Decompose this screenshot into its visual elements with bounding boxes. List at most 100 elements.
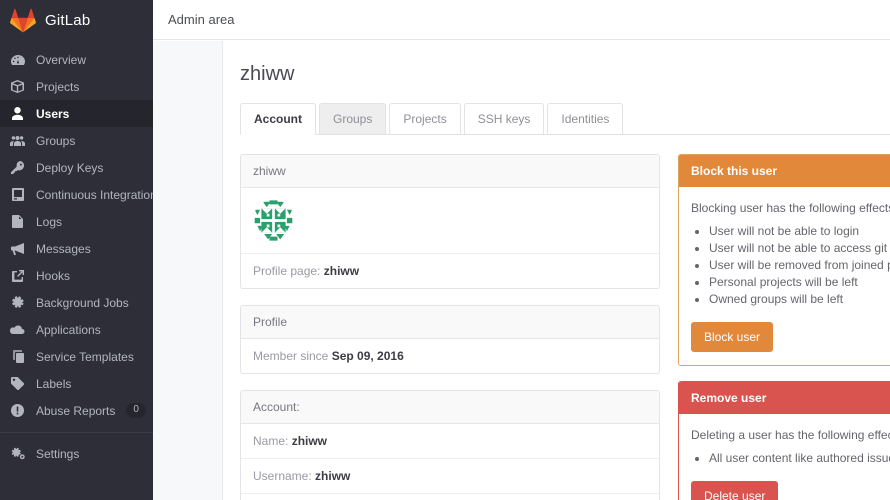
tab-ssh-keys[interactable]: SSH keys	[463, 103, 545, 135]
sidebar-item-labels[interactable]: Labels	[0, 370, 153, 397]
tab-label: SSH keys	[477, 112, 531, 126]
user-panel: zhiww Profile page: zhiww	[240, 154, 660, 289]
admin-user-page: GitLab Overview Projects Users Groups De…	[0, 0, 890, 500]
sidebar-item-label: Settings	[36, 446, 80, 461]
abuse-reports-count-badge: 0	[126, 403, 146, 418]
sidebar-item-background-jobs[interactable]: Background Jobs	[0, 289, 153, 316]
tab-label: Account	[254, 112, 302, 126]
account-name-row: Name: zhiww	[241, 424, 659, 459]
member-since-label: Member since	[253, 349, 329, 363]
remove-user-panel: Remove user Deleting a user has the foll…	[678, 381, 890, 500]
breadcrumb: Admin area	[168, 12, 235, 27]
sidebar-item-messages[interactable]: Messages	[0, 235, 153, 262]
identicon-avatar	[252, 199, 647, 242]
sidebar-item-label: Labels	[36, 376, 72, 391]
sidebar-item-deploy-keys[interactable]: Deploy Keys	[0, 154, 153, 181]
member-since-row: Member since Sep 09, 2016	[241, 339, 659, 373]
account-panel: Account: Name: zhiww Username: zhiww Ema…	[240, 390, 660, 500]
sidebar-item-overview[interactable]: Overview	[0, 46, 153, 73]
sidebar-item-users[interactable]: Users	[0, 100, 153, 127]
sidebar-item-projects[interactable]: Projects	[0, 73, 153, 100]
right-column: Block this user Blocking user has the fo…	[678, 154, 890, 500]
left-column: zhiww Profile page: zhiww Profile Member…	[240, 154, 660, 500]
profile-page-link[interactable]: zhiww	[324, 264, 359, 278]
account-name-label: Name:	[253, 434, 289, 448]
sidebar-item-label: Continuous Integration	[36, 187, 153, 202]
sidebar-item-label: Messages	[36, 241, 91, 256]
sidebar-item-hooks[interactable]: Hooks	[0, 262, 153, 289]
profile-page-row: Profile page: zhiww	[241, 254, 659, 288]
sidebar-item-label: Projects	[36, 79, 80, 94]
sidebar-item-applications[interactable]: Applications	[0, 316, 153, 343]
tab-bar: Account Groups Projects SSH keys Identit…	[240, 102, 890, 135]
block-user-lead: Blocking user has the following effects:	[691, 201, 890, 215]
account-email-row: Email: 1791824082@qq.com	[241, 494, 659, 500]
columns: zhiww Profile page: zhiww Profile Member…	[240, 135, 890, 500]
tag-icon	[10, 377, 25, 391]
profile-page-label: Profile page:	[253, 264, 321, 278]
file-icon	[10, 215, 25, 229]
dashboard-icon	[10, 53, 25, 67]
sidebar-divider	[0, 432, 153, 433]
avatar-row	[241, 188, 659, 254]
block-user-effects-list: User will not be able to login User will…	[709, 223, 890, 308]
remove-user-lead: Deleting a user has the following effect…	[691, 428, 890, 442]
tab-groups[interactable]: Groups	[319, 103, 387, 135]
sidebar-item-logs[interactable]: Logs	[0, 208, 153, 235]
account-username-row: Username: zhiww	[241, 459, 659, 494]
settings-gear-icon	[10, 447, 25, 461]
sidebar-item-label: Background Jobs	[36, 295, 129, 310]
sidebar-item-abuse-reports[interactable]: Abuse Reports 0	[0, 397, 153, 424]
account-username-label: Username:	[253, 469, 312, 483]
gitlab-tanuki-icon	[10, 8, 36, 33]
brand-name: GitLab	[45, 11, 91, 29]
account-panel-header: Account:	[241, 391, 659, 424]
sidebar-item-groups[interactable]: Groups	[0, 127, 153, 154]
sidebar-item-label: Abuse Reports	[36, 403, 116, 418]
block-user-panel-body: Blocking user has the following effects:…	[679, 187, 890, 365]
account-username-value: zhiww	[315, 469, 351, 483]
brand-logo-link[interactable]: GitLab	[0, 0, 153, 40]
block-user-panel-header: Block this user	[679, 155, 890, 187]
sidebar-item-label: Applications	[36, 322, 101, 337]
tab-label: Projects	[403, 112, 447, 126]
list-item: All user content like authored issues, s…	[709, 450, 890, 467]
sidebar-item-service-templates[interactable]: Service Templates	[0, 343, 153, 370]
block-user-button[interactable]: Block user	[691, 322, 774, 352]
profile-panel: Profile Member since Sep 09, 2016	[240, 305, 660, 374]
list-item: User will not be able to login	[709, 223, 890, 240]
list-item: User will not be able to access git repo…	[709, 240, 890, 257]
sidebar-item-label: Groups	[36, 133, 76, 148]
sidebar-item-label: Users	[36, 106, 70, 121]
content-area: zhiww Account Groups Projects SSH keys I…	[223, 41, 890, 500]
tab-identities[interactable]: Identities	[547, 103, 624, 135]
sidebar-item-label: Service Templates	[36, 349, 134, 364]
sidebar: GitLab Overview Projects Users Groups De…	[0, 0, 153, 500]
list-item: Personal projects will be left	[709, 274, 890, 291]
external-link-icon	[10, 269, 25, 283]
account-name-value: zhiww	[291, 434, 328, 448]
sidebar-nav: Overview Projects Users Groups Deploy Ke…	[0, 40, 153, 467]
user-panel-header: zhiww	[241, 155, 659, 188]
ci-icon	[10, 188, 25, 202]
page-title: zhiww	[240, 63, 295, 85]
sidebar-item-label: Deploy Keys	[36, 160, 104, 175]
remove-user-panel-body: Deleting a user has the following effect…	[679, 414, 890, 500]
sidebar-item-label: Hooks	[36, 268, 71, 283]
cloud-icon	[10, 323, 25, 337]
sidebar-item-settings[interactable]: Settings	[0, 440, 153, 467]
tab-projects[interactable]: Projects	[389, 103, 461, 135]
user-icon	[10, 107, 25, 121]
megaphone-icon	[10, 242, 25, 256]
sidebar-item-label: Overview	[36, 52, 87, 67]
tab-label: Identities	[561, 112, 610, 126]
topbar: Admin area	[153, 0, 890, 40]
tab-account[interactable]: Account	[240, 103, 316, 135]
alert-icon	[10, 404, 25, 418]
delete-user-button[interactable]: Delete user	[691, 481, 779, 500]
gear-icon	[10, 296, 25, 310]
sidebar-item-continuous-integration[interactable]: Continuous Integration	[0, 181, 153, 208]
remove-user-panel-header: Remove user	[679, 382, 890, 414]
key-icon	[10, 161, 25, 175]
main-region: Admin area zhiww Account Groups Projects	[153, 0, 890, 500]
